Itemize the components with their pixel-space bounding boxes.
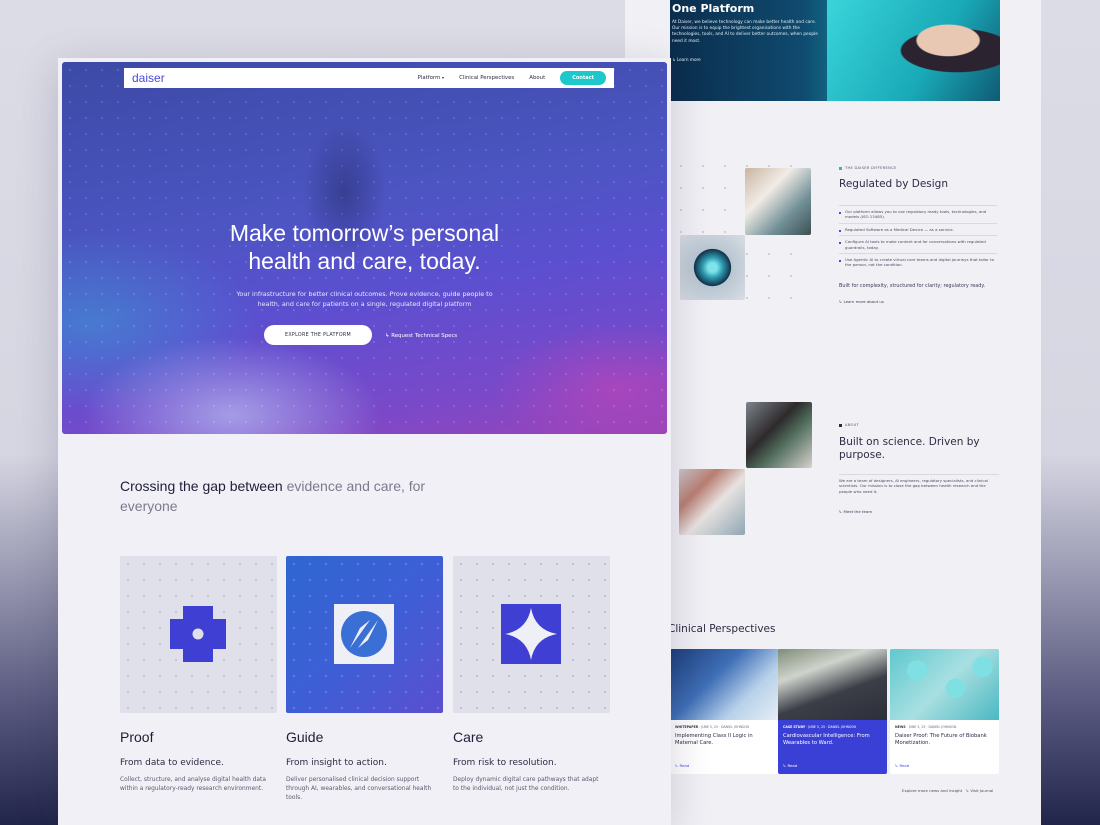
- card-date: JUNE 5, 25 · DANIEL JOHNSON: [908, 725, 957, 729]
- learn-more-about-link[interactable]: ↳ Learn more about us: [839, 299, 884, 304]
- card-tag: CASE STUDY: [783, 725, 806, 729]
- reg-list: Our platform allows you to use regulator…: [839, 205, 997, 271]
- about-text: We are a team of designers, AI engineers…: [839, 474, 999, 494]
- chevron-down-icon: ▾: [442, 75, 445, 80]
- card-read-link[interactable]: ↳ Read: [895, 763, 909, 768]
- nav-about[interactable]: About: [529, 75, 545, 81]
- reg-title: Regulated by Design: [839, 178, 949, 190]
- platform-learn-more-link[interactable]: ↳ Learn more: [672, 57, 701, 62]
- feature-description: Deploy dynamic digital care pathways tha…: [453, 777, 599, 792]
- feature-title: Proof: [120, 729, 154, 745]
- feature-title: Guide: [286, 729, 324, 745]
- scientist-photo: [746, 402, 812, 468]
- explore-more: Explore more news and insight ↳ Visit Jo…: [902, 788, 993, 793]
- reg-eyebrow: THE DAISER DIFFERENCE: [839, 166, 897, 170]
- feature-description: Collect, structure, and analyse digital …: [120, 777, 266, 792]
- compass-icon: [334, 604, 394, 664]
- intro-dark-text: Crossing the gap between: [120, 478, 287, 494]
- top-navbar: daiser Platform ▾ Clinical Perspectives …: [124, 68, 614, 88]
- reg-item: Configure AI tools to make content and f…: [839, 235, 997, 253]
- request-specs-link[interactable]: ↳ Request Technical Specs: [385, 333, 457, 339]
- brain-photo: [680, 235, 745, 300]
- reg-subtitle: Built for complexity, structured for cla…: [839, 283, 986, 289]
- feature-subtitle: From risk to resolution.: [453, 758, 557, 768]
- back-page-preview: One Platform At Daiser, we believe techn…: [625, 0, 1041, 825]
- reg-item: Regulated Software as a Medical Device —…: [839, 222, 997, 235]
- card-thumbnail: [670, 649, 779, 720]
- explore-text: Explore more news and insight: [902, 788, 963, 793]
- card-meta: NEWS · JUNE 5, 25 · DANIEL JOHNSON: [895, 725, 957, 729]
- hero-title-line: health and care, today.: [248, 248, 481, 274]
- card-read-link[interactable]: ↳ Read: [783, 763, 797, 768]
- microscope-photo: [679, 469, 745, 535]
- nav-clinical-perspectives[interactable]: Clinical Perspectives: [459, 75, 514, 81]
- woman-photo: [827, 0, 1000, 101]
- reg-item: Our platform allows you to use regulator…: [839, 205, 997, 223]
- feature-subtitle: From insight to action.: [286, 758, 387, 768]
- article-card[interactable]: NEWS · JUNE 5, 25 · DANIEL JOHNSON Daise…: [890, 649, 999, 774]
- platform-title: One Platform: [672, 2, 755, 15]
- proof-icon: [170, 606, 226, 662]
- explore-platform-button[interactable]: EXPLORE THE PLATFORM: [264, 325, 372, 345]
- card-tag: WHITEPAPER: [675, 725, 699, 729]
- visit-journal-link[interactable]: ↳ Visit Journal: [966, 788, 993, 793]
- feature-subtitle: From data to evidence.: [120, 758, 224, 768]
- guide-tile: [286, 556, 443, 713]
- about-eyebrow: ABOUT: [839, 423, 859, 427]
- card-title: Daiser Proof: The Future of Biobank Mone…: [895, 733, 987, 746]
- article-card[interactable]: WHITEPAPER · JUNE 5, 25 · DANIEL JOHNSON…: [670, 649, 779, 774]
- proof-tile: [120, 556, 277, 713]
- hero-section: daiser Platform ▾ Clinical Perspectives …: [62, 62, 667, 434]
- card-meta: WHITEPAPER · JUNE 5, 25 · DANIEL JOHNSON: [675, 725, 749, 729]
- about-title: Built on science. Driven by purpose.: [839, 436, 980, 461]
- card-read-link[interactable]: ↳ Read: [675, 763, 689, 768]
- clinical-perspectives-title: Clinical Perspectives: [668, 623, 776, 635]
- card-title: Implementing Class II Logic in Maternal …: [675, 733, 753, 746]
- intro-heading: Crossing the gap between evidence and ca…: [120, 476, 480, 516]
- care-tile: [453, 556, 610, 713]
- platform-banner: One Platform At Daiser, we believe techn…: [670, 0, 1000, 101]
- lab-photo: [745, 168, 811, 235]
- feature-description: Deliver personalised clinical decision s…: [286, 777, 432, 801]
- article-card[interactable]: CASE STUDY · JUNE 5, 25 · DANIEL JOHNSON…: [778, 649, 887, 774]
- sparkle-icon: [501, 604, 561, 664]
- platform-text: At Daiser, we believe technology can mak…: [672, 20, 818, 44]
- card-tag: NEWS: [895, 725, 906, 729]
- reg-item: Use Agentic AI to create virtual care te…: [839, 253, 997, 271]
- card-title: Cardiovascular Intelligence: From Wearab…: [783, 733, 870, 746]
- nav-platform-label: Platform: [417, 75, 441, 81]
- about-eyebrow-label: ABOUT: [845, 423, 860, 427]
- card-thumbnail: [778, 649, 887, 720]
- contact-button[interactable]: Contact: [560, 71, 606, 85]
- nav-platform[interactable]: Platform ▾: [418, 75, 444, 81]
- hero-title: Make tomorrow’s personal health and care…: [62, 219, 667, 275]
- nav-links: Platform ▾ Clinical Perspectives About C…: [418, 71, 606, 85]
- meet-team-link[interactable]: ↳ Meet the team: [839, 509, 872, 514]
- front-page-preview: daiser Platform ▾ Clinical Perspectives …: [58, 58, 671, 825]
- card-meta: CASE STUDY · JUNE 5, 25 · DANIEL JOHNSON: [783, 725, 856, 729]
- daiser-logo[interactable]: daiser: [132, 71, 165, 85]
- hero-subtitle: Your infrastructure for better clinical …: [236, 290, 493, 308]
- hero-title-line: Make tomorrow’s personal: [229, 220, 500, 246]
- card-date: JUNE 5, 25 · DANIEL JOHNSON: [808, 725, 856, 729]
- feature-title: Care: [453, 729, 484, 745]
- card-date: JUNE 5, 25 · DANIEL JOHNSON: [701, 725, 749, 729]
- reg-eyebrow-label: THE DAISER DIFFERENCE: [845, 166, 897, 170]
- card-thumbnail: [890, 649, 999, 720]
